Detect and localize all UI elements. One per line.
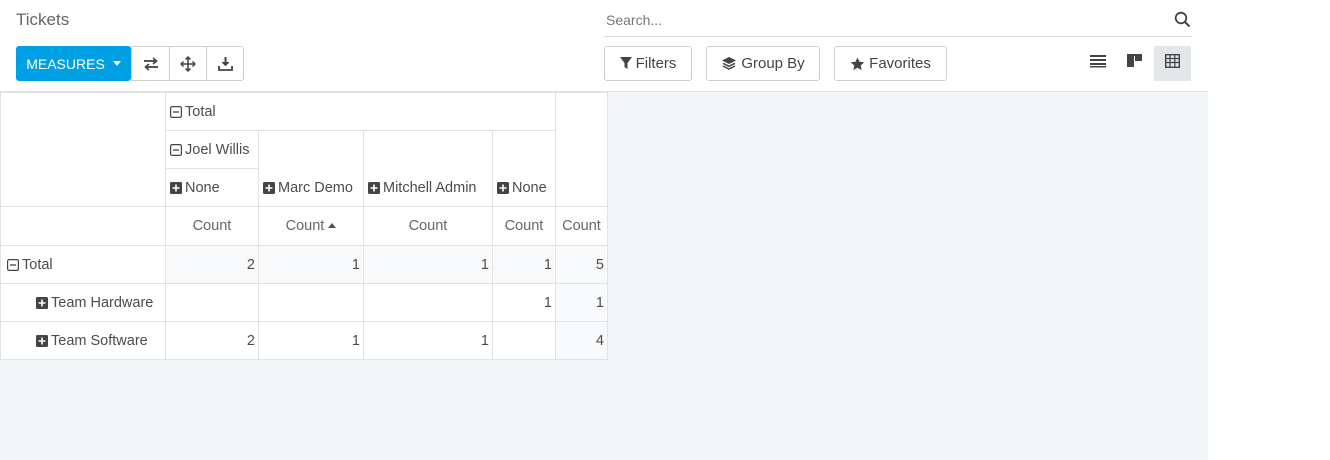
measure-header-count-total[interactable]: Count (555, 206, 608, 246)
exchange-icon (143, 56, 159, 71)
pivot-cell[interactable]: 1 (258, 245, 364, 284)
download-icon (217, 56, 233, 71)
list-icon (1089, 54, 1106, 73)
page-title: Tickets (16, 10, 70, 29)
layers-icon (721, 56, 737, 71)
col-header-total[interactable]: Total (165, 92, 556, 131)
plus-square-icon (368, 182, 380, 194)
row-header-team-software-label: Team Software (51, 332, 148, 349)
col-header-none-2[interactable]: None (492, 130, 556, 207)
pivot-header-spacer (555, 92, 608, 207)
minus-square-icon (7, 258, 19, 271)
minus-square-icon (170, 105, 182, 118)
plus-square-icon (263, 182, 275, 194)
pivot-cell[interactable] (165, 283, 259, 322)
favorites-button[interactable]: Favorites (834, 46, 947, 81)
group-by-label: Group By (741, 55, 805, 72)
pivot-cell-total[interactable]: 5 (555, 245, 608, 284)
col-header-none-1-label: None (185, 179, 220, 196)
pivot-cell[interactable] (258, 283, 364, 322)
pivot-row-team-hardware: Team Hardware 1 1 (0, 283, 608, 322)
measure-corner (0, 206, 166, 246)
right-blank-area (1208, 0, 1330, 460)
filters-button[interactable]: Filters (604, 46, 692, 81)
measure-header-count-4[interactable]: Count (492, 206, 556, 246)
search-bar (604, 4, 1192, 37)
favorites-label: Favorites (869, 55, 931, 72)
row-header-total-label: Total (22, 256, 53, 273)
caret-down-icon (112, 61, 121, 66)
list-view-button[interactable] (1079, 46, 1116, 81)
download-button[interactable] (206, 46, 244, 81)
row-header-team-hardware-label: Team Hardware (51, 294, 154, 311)
pivot-view-button[interactable] (1154, 46, 1191, 81)
col-header-none-1[interactable]: None (165, 168, 259, 207)
measure-label: Count (504, 218, 544, 234)
row-header-team-hardware[interactable]: Team Hardware (0, 283, 166, 322)
group-by-button[interactable]: Group By (706, 46, 820, 81)
plus-square-icon (36, 334, 48, 347)
plus-square-icon (497, 182, 509, 194)
row-header-team-software[interactable]: Team Software (0, 321, 166, 360)
col-header-total-label: Total (185, 103, 216, 120)
measure-header-count-1[interactable]: Count (165, 206, 259, 246)
pivot-cell[interactable] (363, 283, 493, 322)
control-panel: Tickets MEASURES (0, 0, 1208, 92)
col-header-joel-willis-label: Joel Willis (185, 141, 250, 158)
pivot-cell-total[interactable]: 4 (555, 321, 608, 360)
col-header-joel-willis[interactable]: Joel Willis (165, 130, 259, 169)
measures-button[interactable]: MEASURES (16, 46, 131, 81)
pivot-cell[interactable] (492, 321, 556, 360)
sort-asc-icon (328, 223, 337, 228)
pivot-cell[interactable]: 1 (258, 321, 364, 360)
col-header-marc-demo[interactable]: Marc Demo (258, 130, 364, 207)
expand-all-button[interactable] (169, 46, 207, 81)
pivot-corner (0, 92, 166, 207)
app-main: Tickets MEASURES (0, 0, 1208, 460)
filter-icon (619, 57, 632, 70)
pivot-cell[interactable]: 1 (492, 245, 556, 284)
table-icon (1164, 53, 1181, 73)
pivot-cell[interactable]: 1 (363, 321, 493, 360)
pivot-cell-total[interactable]: 1 (555, 283, 608, 322)
row-header-total[interactable]: Total (0, 245, 166, 284)
measure-header-count-3[interactable]: Count (363, 206, 493, 246)
measure-label: Count (192, 218, 232, 234)
pivot-cell[interactable]: 2 (165, 321, 259, 360)
search-icon[interactable] (1174, 11, 1192, 29)
col-header-none-2-label: None (512, 180, 547, 196)
pivot-cell[interactable]: 2 (165, 245, 259, 284)
search-input[interactable] (604, 4, 1164, 36)
star-icon (850, 57, 865, 71)
filters-label: Filters (635, 55, 677, 72)
arrows-move-icon (180, 55, 196, 72)
plus-square-icon (36, 296, 48, 309)
col-header-mitchell-admin-label: Mitchell Admin (383, 180, 477, 196)
pivot-cell[interactable]: 1 (363, 245, 493, 284)
col-header-marc-demo-label: Marc Demo (278, 180, 353, 196)
pivot-row-total: Total 2 1 1 1 5 (0, 245, 608, 284)
flip-axis-button[interactable] (131, 46, 170, 81)
measure-header-count-2[interactable]: Count (258, 206, 364, 246)
pivot-row-team-software: Team Software 2 1 1 4 (0, 321, 608, 360)
pivot-table: Total Joel Willis Marc Demo Mitchell Adm… (0, 92, 608, 360)
pivot-cell[interactable]: 1 (492, 283, 556, 322)
minus-square-icon (170, 143, 182, 156)
plus-square-icon (170, 181, 182, 194)
kanban-view-button[interactable] (1116, 46, 1153, 81)
measure-label: Count (408, 218, 448, 234)
kanban-icon (1127, 54, 1142, 73)
measures-label: MEASURES (26, 55, 105, 72)
col-header-mitchell-admin[interactable]: Mitchell Admin (363, 130, 493, 207)
measure-label: Count (285, 218, 325, 234)
measure-label: Count (562, 218, 601, 234)
